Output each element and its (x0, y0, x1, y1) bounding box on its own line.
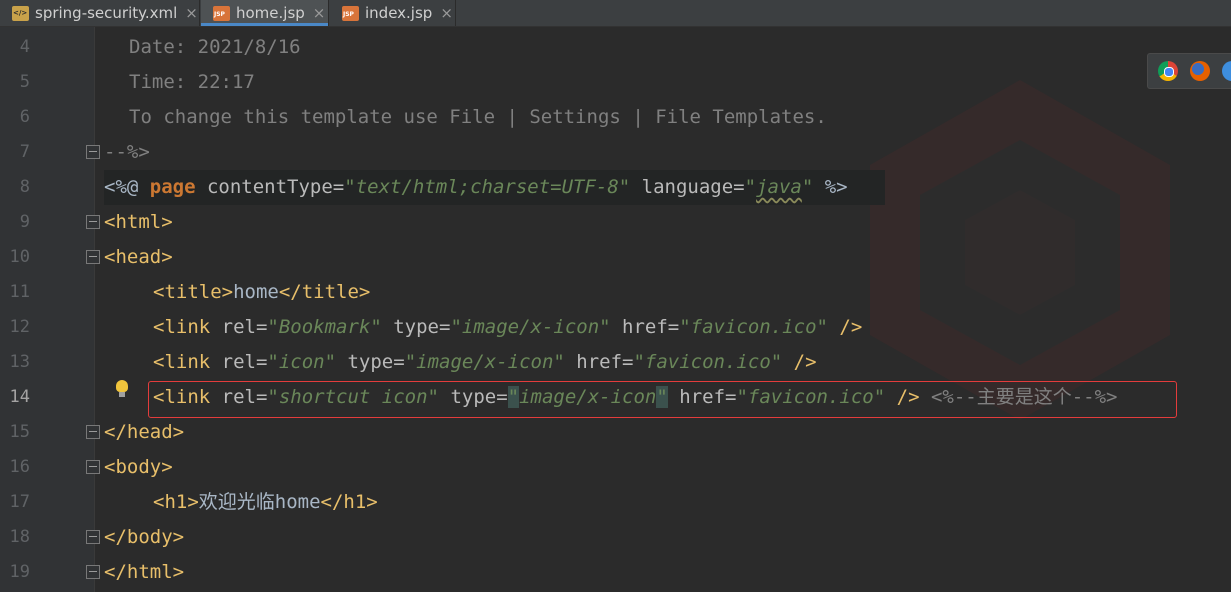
code-editor[interactable]: Date: 2021/8/16 Time: 22:17 To change th… (0, 0, 1231, 592)
code-line-13: <link rel="icon" type="image/x-icon" hre… (153, 345, 817, 380)
code-line-14: <link rel="shortcut icon" type="image/x-… (153, 380, 1117, 415)
attr-name: language= (630, 176, 745, 198)
code-line-17: <h1>欢迎光临home</h1> (153, 485, 378, 520)
attr-name: rel= (210, 386, 268, 408)
attr-quote: " (744, 176, 757, 198)
attr-quote-matched: " (507, 386, 520, 408)
attr-value: "favicon.ico" (736, 386, 886, 408)
tag-close: </title> (278, 281, 371, 303)
chrome-icon[interactable] (1158, 61, 1178, 81)
code-line-18: </body> (104, 526, 185, 548)
tag-text: home (233, 281, 279, 303)
inline-comment: <%--主要是这个--%> (919, 386, 1118, 408)
attr-quote-matched: " (656, 386, 668, 408)
tag-close: /> (782, 351, 817, 373)
attr-name: contentType= (195, 176, 345, 198)
tag-open: <title> (153, 281, 234, 303)
code-line-19: </html> (104, 561, 185, 583)
attr-name: type= (439, 386, 508, 408)
code-line-9: <html> (104, 211, 173, 233)
tag-open: <h1> (153, 491, 199, 513)
tag-open: <link (153, 316, 211, 338)
attr-value: "shortcut icon" (267, 386, 439, 408)
browser-preview-bar (1147, 53, 1231, 89)
directive-close: %> (813, 176, 848, 198)
firefox-icon[interactable] (1190, 61, 1210, 81)
attr-value: "Bookmark" (267, 316, 382, 338)
code-line-15: </head> (104, 421, 185, 443)
tag-close: /> (827, 316, 863, 338)
attr-value: "favicon.ico" (679, 316, 828, 338)
attr-name: type= (336, 351, 405, 373)
code-line-6: To change this template use File | Setti… (129, 106, 827, 128)
attr-name: href= (564, 351, 634, 373)
attr-value-warning: java (756, 176, 802, 198)
code-line-12: <link rel="Bookmark" type="image/x-icon"… (153, 310, 862, 345)
tag-open: <link (153, 351, 211, 373)
code-line-7: --%> (104, 141, 150, 163)
tag-open: <link (153, 386, 211, 408)
attr-value: "favicon.ico" (633, 351, 783, 373)
attr-value: "icon" (267, 351, 337, 373)
attr-value: image/x-icon (519, 386, 657, 408)
code-line-4: Date: 2021/8/16 (129, 36, 301, 58)
code-line-16: <body> (104, 456, 173, 478)
attr-name: type= (381, 316, 451, 338)
safari-icon[interactable] (1222, 61, 1231, 81)
code-line-10: <head> (104, 246, 173, 268)
attr-value: "text/html;charset=UTF-8" (344, 176, 631, 198)
code-line-11: <title>home</title> (153, 275, 370, 310)
tag-close: </h1> (320, 491, 378, 513)
attr-name: href= (667, 386, 737, 408)
attr-quote: " (801, 176, 814, 198)
code-line-5: Time: 22:17 (129, 71, 255, 93)
tag-close: /> (885, 386, 920, 408)
attr-value: "image/x-icon" (450, 316, 611, 338)
tag-text: 欢迎光临home (198, 491, 321, 513)
attr-name: rel= (210, 316, 268, 338)
page-keyword: page (149, 176, 196, 198)
directive-open: <%@ (104, 176, 150, 198)
code-line-8: <%@ page contentType="text/html;charset=… (104, 170, 848, 205)
attr-name: rel= (210, 351, 268, 373)
attr-value: "image/x-icon" (404, 351, 565, 373)
attr-name: href= (610, 316, 680, 338)
